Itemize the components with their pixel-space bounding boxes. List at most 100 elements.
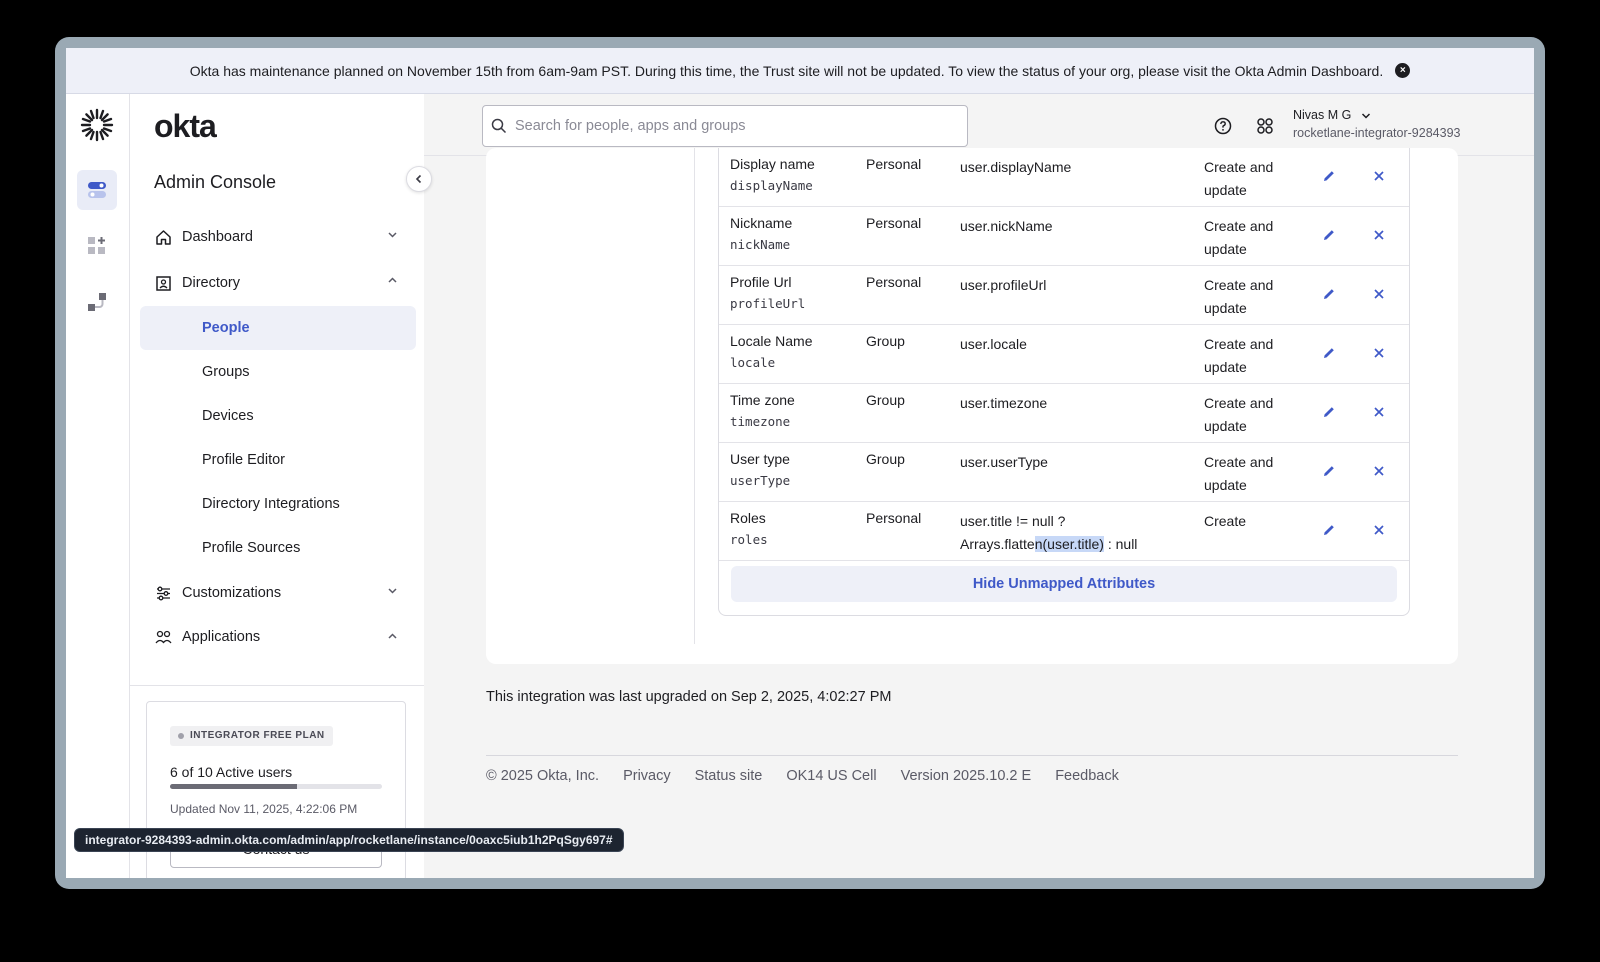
banner-close-icon[interactable]: × — [1395, 63, 1411, 78]
hide-unmapped-attributes-button[interactable]: Hide Unmapped Attributes — [731, 566, 1397, 602]
plan-updated-time: Updated Nov 11, 2025, 4:22:06 PM — [170, 802, 358, 816]
table-row: Time zone timezone Group user.timezone Creat… — [719, 384, 1409, 443]
sidebar-divider — [130, 685, 424, 686]
sidebar-subitem-profile-sources[interactable]: Profile Sources — [140, 526, 416, 570]
attribute-type: Personal — [866, 274, 922, 290]
footer-divider — [486, 755, 1458, 756]
sidebar-item-directory[interactable]: Directory — [140, 260, 416, 306]
mappings-card: Display name displayName Personal user.disp… — [486, 148, 1458, 664]
app-rail — [66, 94, 130, 878]
expression-line: : null — [1103, 536, 1138, 552]
sidebar-item-applications[interactable]: Applications — [140, 616, 416, 658]
footer-privacy-link[interactable]: Privacy — [623, 768, 671, 784]
delete-x-icon[interactable] — [1371, 227, 1387, 243]
delete-x-icon[interactable] — [1371, 286, 1387, 302]
search-icon — [491, 118, 507, 134]
mapping-expression: user.title != null ? Arrays.flatten(user.… — [960, 510, 1137, 556]
apply-on: Create and update — [1204, 218, 1274, 257]
sidebar-subitem-directory-integrations[interactable]: Directory Integrations — [140, 482, 416, 526]
active-users-count: 6 of 10 Active users — [170, 764, 293, 780]
attribute-variable-name: locale — [730, 355, 776, 370]
collapse-sidebar-button[interactable] — [406, 166, 432, 192]
footer-status-site-link[interactable]: Status site — [695, 768, 763, 784]
apply-on: Create and update — [1204, 454, 1274, 493]
user-name: Nivas M G — [1293, 108, 1352, 122]
global-search-input[interactable]: Search for people, apps and groups — [482, 105, 968, 147]
apply-on: Create and update — [1204, 159, 1274, 198]
table-row: Locale Name locale Group user.locale Create … — [719, 325, 1409, 384]
edit-pencil-icon[interactable] — [1321, 168, 1337, 184]
chevron-up-icon — [387, 631, 398, 645]
footer-feedback-link[interactable]: Feedback — [1055, 768, 1119, 784]
attribute-name: Nickname nickName — [730, 215, 792, 252]
attribute-type: Group — [866, 451, 905, 467]
home-icon — [154, 228, 172, 246]
okta-wordmark[interactable]: okta — [154, 108, 217, 145]
mapping-expression: user.displayName — [960, 159, 1072, 175]
attribute-display-name: Display name — [730, 156, 815, 172]
sidebar-subitem-devices[interactable]: Devices — [140, 394, 416, 438]
edit-pencil-icon[interactable] — [1321, 522, 1337, 538]
edit-pencil-icon[interactable] — [1321, 345, 1337, 361]
delete-x-icon[interactable] — [1371, 404, 1387, 420]
attribute-variable-name: timezone — [730, 414, 791, 429]
edit-pencil-icon[interactable] — [1321, 286, 1337, 302]
sidebar-subitem-groups[interactable]: Groups — [140, 350, 416, 394]
sidebar-item-label: Directory — [182, 275, 241, 291]
sliders-icon — [154, 584, 172, 602]
plan-badge: INTEGRATOR FREE PLAN — [170, 726, 333, 746]
mapping-expression: user.userType — [960, 454, 1048, 470]
rail-workflow-icon[interactable] — [77, 282, 117, 322]
attribute-display-name: User type — [730, 451, 790, 467]
attribute-display-name: Roles — [730, 510, 766, 526]
attribute-variable-name: userType — [730, 473, 791, 488]
banner-text: Okta has maintenance planned on November… — [189, 62, 1384, 79]
help-icon[interactable] — [1214, 117, 1232, 135]
app-switcher-grid-icon[interactable] — [1256, 117, 1274, 135]
attribute-display-name: Locale Name — [730, 333, 813, 349]
attribute-mappings-table: Display name displayName Personal user.disp… — [718, 148, 1410, 616]
status-bar-url: integrator-9284393-admin.okta.com/admin/… — [74, 828, 624, 852]
user-menu[interactable]: Nivas M G — [1293, 108, 1371, 122]
active-users-progress — [170, 784, 382, 789]
sidebar-subitem-profile-editor[interactable]: Profile Editor — [140, 438, 416, 482]
sidebar-subitem-people[interactable]: People — [140, 306, 416, 350]
sidebar-item-label: Applications — [182, 629, 261, 645]
active-users-progress-fill — [170, 784, 298, 789]
attribute-display-name: Time zone — [730, 392, 795, 408]
okta-burst-logo-icon[interactable] — [80, 108, 114, 142]
last-upgraded-text: This integration was last upgraded on Se… — [486, 689, 892, 705]
attribute-display-name: Nickname — [730, 215, 793, 231]
mapping-expression: user.timezone — [960, 395, 1048, 411]
sidebar: okta Admin Console Dashboard Directory P… — [130, 94, 424, 878]
sidebar-nav: Dashboard Directory People Groups Device… — [140, 214, 416, 658]
sidebar-item-dashboard[interactable]: Dashboard — [140, 214, 416, 260]
edit-pencil-icon[interactable] — [1321, 463, 1337, 479]
delete-x-icon[interactable] — [1371, 522, 1387, 538]
user-org: rocketlane-integrator-9284393 — [1293, 126, 1461, 140]
chevron-up-icon — [387, 275, 398, 289]
delete-x-icon[interactable] — [1371, 463, 1387, 479]
delete-x-icon[interactable] — [1371, 345, 1387, 361]
footer-version: Version 2025.10.2 E — [900, 768, 1032, 784]
attribute-name: User type userType — [730, 451, 790, 488]
attribute-name: Profile Url profileUrl — [730, 274, 805, 311]
attribute-variable-name: displayName — [730, 178, 813, 193]
edit-pencil-icon[interactable] — [1321, 227, 1337, 243]
maintenance-banner: Okta has maintenance planned on November… — [66, 48, 1534, 94]
edit-pencil-icon[interactable] — [1321, 404, 1337, 420]
browser-window: Okta has maintenance planned on November… — [66, 48, 1534, 878]
attribute-name: Time zone timezone — [730, 392, 795, 429]
table-row: Profile Url profileUrl Personal user.profil… — [719, 266, 1409, 325]
attribute-display-name: Profile Url — [730, 274, 792, 290]
sidebar-item-customizations[interactable]: Customizations — [140, 570, 416, 616]
sidebar-item-label: Dashboard — [182, 229, 253, 245]
rail-apps-add-icon[interactable] — [77, 226, 117, 266]
selected-text: n(user.title) — [1034, 536, 1104, 552]
apply-on: Create — [1204, 513, 1247, 529]
console-title: Admin Console — [154, 172, 277, 192]
rail-admin-toggle-icon[interactable] — [77, 170, 117, 210]
apply-on: Create and update — [1204, 277, 1274, 316]
delete-x-icon[interactable] — [1371, 168, 1387, 184]
chevron-down-icon — [387, 229, 398, 243]
